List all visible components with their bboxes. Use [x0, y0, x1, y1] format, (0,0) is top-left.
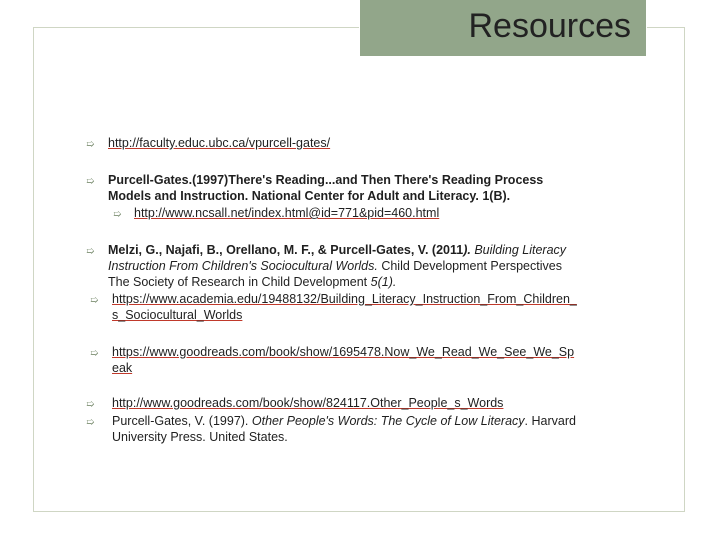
reference-purcell-gates-1997-line2: Models and Instruction. National Center …: [108, 189, 511, 203]
link-goodreads-now-we-read-continued[interactable]: eak: [112, 361, 132, 375]
link-goodreads-now-we-read[interactable]: https://www.goodreads.com/book/show/1695…: [112, 345, 574, 359]
resource-link-academia-line1: https://www.academia.edu/19488132/Buildi…: [112, 292, 577, 308]
link-goodreads-other-peoples-words[interactable]: http://www.goodreads.com/book/show/82411…: [112, 396, 503, 410]
reference-purcell-gates-book-line2: University Press. United States.: [112, 430, 288, 444]
reference-melzi-2011-line1: Melzi, G., Najafi, B., Orellano, M. F., …: [108, 243, 566, 259]
resource-link-goodreads-2: http://www.goodreads.com/book/show/82411…: [112, 396, 503, 412]
reference-melzi-2011-line2: Instruction From Children's Sociocultura…: [108, 259, 562, 275]
slide-title: Resources: [468, 7, 631, 45]
resource-sub-item-ncsall: http://www.ncsall.net/index.html@id=771&…: [134, 206, 439, 222]
resource-link-goodreads-1-line1: https://www.goodreads.com/book/show/1695…: [112, 345, 574, 361]
reference-authors: Melzi, G., Najafi, B., Orellano, M. F., …: [108, 243, 464, 257]
resource-link-goodreads-1-line2: eak: [112, 361, 132, 377]
reference-title-part2: Instruction From Children's Sociocultura…: [108, 259, 378, 273]
bullet-arrow-icon: ➯: [86, 139, 95, 150]
link-academia[interactable]: https://www.academia.edu/19488132/Buildi…: [112, 292, 577, 306]
bullet-arrow-icon: ➯: [86, 246, 95, 257]
bullet-arrow-icon: ➯: [86, 176, 95, 187]
reference-title-part1: Building Literacy: [470, 243, 567, 257]
sub-bullet-arrow-icon: ➯: [113, 209, 122, 220]
link-ubc-faculty[interactable]: http://faculty.educ.ubc.ca/vpurcell-gate…: [108, 136, 330, 150]
reference-book-title: Other People's Words: The Cycle of Low L…: [251, 414, 525, 428]
resource-link-academia-line2: s_Sociocultural_Worlds: [112, 308, 242, 324]
reference-purcell-gates-1997-line1: Purcell-Gates.(1997)There's Reading...an…: [108, 173, 544, 187]
reference-purcell-gates-book-line1: Purcell-Gates, V. (1997). Other People's…: [112, 414, 576, 430]
link-academia-continued[interactable]: s_Sociocultural_Worlds: [112, 308, 242, 322]
reference-melzi-2011-line3: The Society of Research in Child Develop…: [108, 275, 396, 291]
bullet-arrow-icon: ➯: [86, 399, 95, 410]
reference-author-year: Purcell-Gates, V. (1997).: [112, 414, 252, 428]
link-ncsall[interactable]: http://www.ncsall.net/index.html@id=771&…: [134, 206, 439, 220]
resource-item-1: http://faculty.educ.ubc.ca/vpurcell-gate…: [108, 136, 330, 152]
reference-journal: Child Development Perspectives: [377, 259, 562, 273]
reference-paren: ).: [463, 243, 471, 257]
reference-publisher-start: . Harvard: [524, 414, 576, 428]
reference-publisher: The Society of Research in Child Develop…: [108, 275, 371, 289]
bullet-arrow-icon: ➯: [86, 417, 95, 428]
bullet-arrow-icon: ➯: [90, 348, 99, 359]
bullet-arrow-icon: ➯: [90, 295, 99, 306]
reference-volume: 5(1).: [370, 275, 397, 289]
